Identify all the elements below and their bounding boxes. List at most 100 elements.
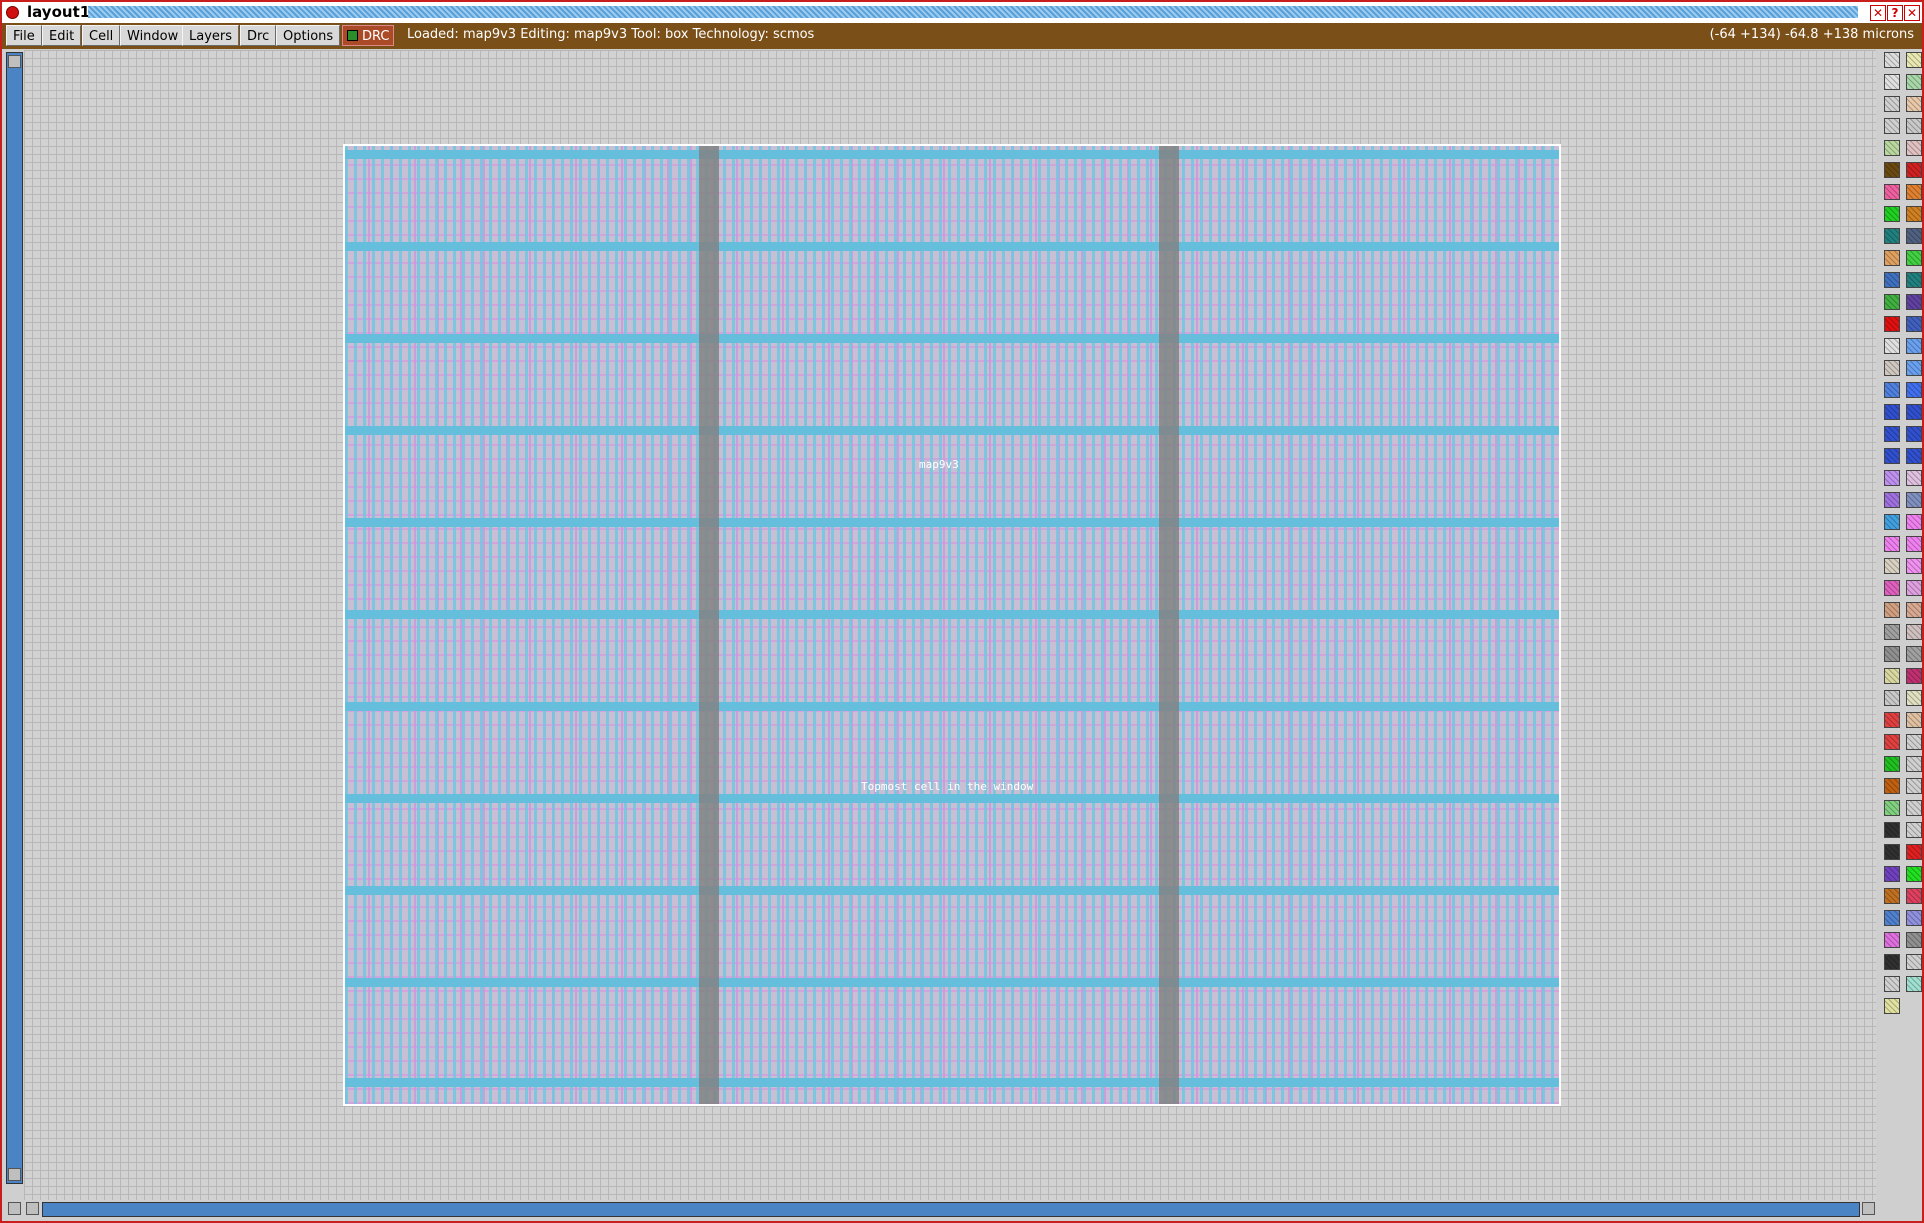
layer-swatch[interactable]: [1906, 404, 1922, 420]
layer-swatch[interactable]: [1906, 756, 1922, 772]
layer-swatch[interactable]: [1906, 558, 1922, 574]
horizontal-scrollbar[interactable]: [42, 1202, 1860, 1217]
layer-swatch[interactable]: [1906, 536, 1922, 552]
layer-swatch[interactable]: [1906, 140, 1922, 156]
layer-swatch[interactable]: [1906, 954, 1922, 970]
layer-swatch[interactable]: [1906, 646, 1922, 662]
layer-swatch[interactable]: [1884, 492, 1900, 508]
layer-swatch[interactable]: [1906, 866, 1922, 882]
layer-swatch[interactable]: [1884, 228, 1900, 244]
layer-swatch[interactable]: [1906, 74, 1922, 90]
layer-swatch[interactable]: [1884, 800, 1900, 816]
layer-swatch[interactable]: [1906, 184, 1922, 200]
layer-swatch[interactable]: [1906, 822, 1922, 838]
layer-swatch[interactable]: [1906, 580, 1922, 596]
layer-swatch[interactable]: [1884, 272, 1900, 288]
layer-swatch[interactable]: [1884, 294, 1900, 310]
layer-swatch[interactable]: [1884, 118, 1900, 134]
layer-swatch[interactable]: [1884, 382, 1900, 398]
iconify-icon[interactable]: ✕: [1870, 5, 1886, 21]
layer-swatch[interactable]: [1884, 954, 1900, 970]
layer-swatch[interactable]: [1884, 998, 1900, 1014]
help-icon[interactable]: ?: [1887, 5, 1903, 21]
layer-swatch[interactable]: [1884, 448, 1900, 464]
layer-swatch[interactable]: [1884, 250, 1900, 266]
layer-swatch[interactable]: [1884, 536, 1900, 552]
layer-swatch[interactable]: [1884, 426, 1900, 442]
layer-swatch[interactable]: [1906, 888, 1922, 904]
layer-swatch[interactable]: [1884, 140, 1900, 156]
layer-swatch[interactable]: [1884, 580, 1900, 596]
layer-swatch[interactable]: [1906, 294, 1922, 310]
layer-swatch[interactable]: [1884, 778, 1900, 794]
zoom-corner-button[interactable]: [8, 1202, 21, 1215]
layer-swatch[interactable]: [1884, 712, 1900, 728]
scroll-down-button[interactable]: [8, 1168, 21, 1181]
layer-swatch[interactable]: [1906, 426, 1922, 442]
layer-swatch[interactable]: [1884, 976, 1900, 992]
layer-swatch[interactable]: [1906, 470, 1922, 486]
scroll-right-button[interactable]: [1862, 1202, 1875, 1215]
layer-swatch[interactable]: [1884, 844, 1900, 860]
layer-swatch[interactable]: [1906, 800, 1922, 816]
layer-swatch[interactable]: [1906, 360, 1922, 376]
menu-layers[interactable]: Layers: [182, 25, 240, 46]
layer-swatch[interactable]: [1884, 52, 1900, 68]
layer-swatch[interactable]: [1884, 646, 1900, 662]
layer-swatch[interactable]: [1906, 96, 1922, 112]
layer-swatch[interactable]: [1906, 382, 1922, 398]
layer-swatch[interactable]: [1906, 206, 1922, 222]
layer-swatch[interactable]: [1906, 118, 1922, 134]
layer-swatch[interactable]: [1906, 910, 1922, 926]
layer-swatch[interactable]: [1884, 756, 1900, 772]
close-icon[interactable]: ✕: [1904, 5, 1920, 21]
layer-swatch[interactable]: [1906, 492, 1922, 508]
drc-toggle-button[interactable]: DRC: [342, 25, 395, 46]
layer-swatch[interactable]: [1884, 932, 1900, 948]
layer-swatch[interactable]: [1906, 932, 1922, 948]
layer-swatch[interactable]: [1906, 624, 1922, 640]
cell-map9v3[interactable]: map9v3 Topmost cell in the window: [343, 144, 1561, 1106]
layer-swatch[interactable]: [1884, 602, 1900, 618]
layer-swatch[interactable]: [1906, 668, 1922, 684]
menu-file[interactable]: File: [6, 25, 42, 46]
layer-swatch[interactable]: [1906, 602, 1922, 618]
layer-swatch[interactable]: [1906, 844, 1922, 860]
layer-swatch[interactable]: [1906, 976, 1922, 992]
layer-swatch[interactable]: [1884, 96, 1900, 112]
layer-swatch[interactable]: [1906, 250, 1922, 266]
menu-edit[interactable]: Edit: [42, 25, 82, 46]
layer-swatch[interactable]: [1906, 272, 1922, 288]
layer-swatch[interactable]: [1884, 514, 1900, 530]
menu-window[interactable]: Window: [120, 25, 186, 46]
layer-swatch[interactable]: [1906, 690, 1922, 706]
layer-swatch[interactable]: [1906, 734, 1922, 750]
layer-swatch[interactable]: [1884, 866, 1900, 882]
layout-canvas[interactable]: map9v3 Topmost cell in the window: [24, 50, 1876, 1200]
layer-swatch[interactable]: [1884, 668, 1900, 684]
layer-swatch[interactable]: [1906, 316, 1922, 332]
layer-swatch[interactable]: [1884, 690, 1900, 706]
layer-swatch[interactable]: [1884, 910, 1900, 926]
layer-swatch[interactable]: [1884, 338, 1900, 354]
layer-swatch[interactable]: [1906, 712, 1922, 728]
vertical-scrollbar[interactable]: [6, 52, 23, 1184]
window-menu-icon[interactable]: [6, 6, 19, 19]
layer-swatch[interactable]: [1906, 514, 1922, 530]
layer-swatch[interactable]: [1884, 734, 1900, 750]
scroll-left-button[interactable]: [26, 1202, 39, 1215]
layer-swatch[interactable]: [1884, 624, 1900, 640]
layer-swatch[interactable]: [1906, 338, 1922, 354]
layer-swatch[interactable]: [1884, 184, 1900, 200]
layer-swatch[interactable]: [1906, 778, 1922, 794]
layer-swatch[interactable]: [1884, 206, 1900, 222]
layer-swatch[interactable]: [1884, 470, 1900, 486]
menu-cell[interactable]: Cell: [82, 25, 121, 46]
layer-swatch[interactable]: [1884, 404, 1900, 420]
layer-swatch[interactable]: [1906, 228, 1922, 244]
layer-swatch[interactable]: [1884, 162, 1900, 178]
menu-drc[interactable]: Drc: [240, 25, 277, 46]
layer-swatch[interactable]: [1906, 52, 1922, 68]
layer-swatch[interactable]: [1884, 888, 1900, 904]
layer-swatch[interactable]: [1884, 822, 1900, 838]
